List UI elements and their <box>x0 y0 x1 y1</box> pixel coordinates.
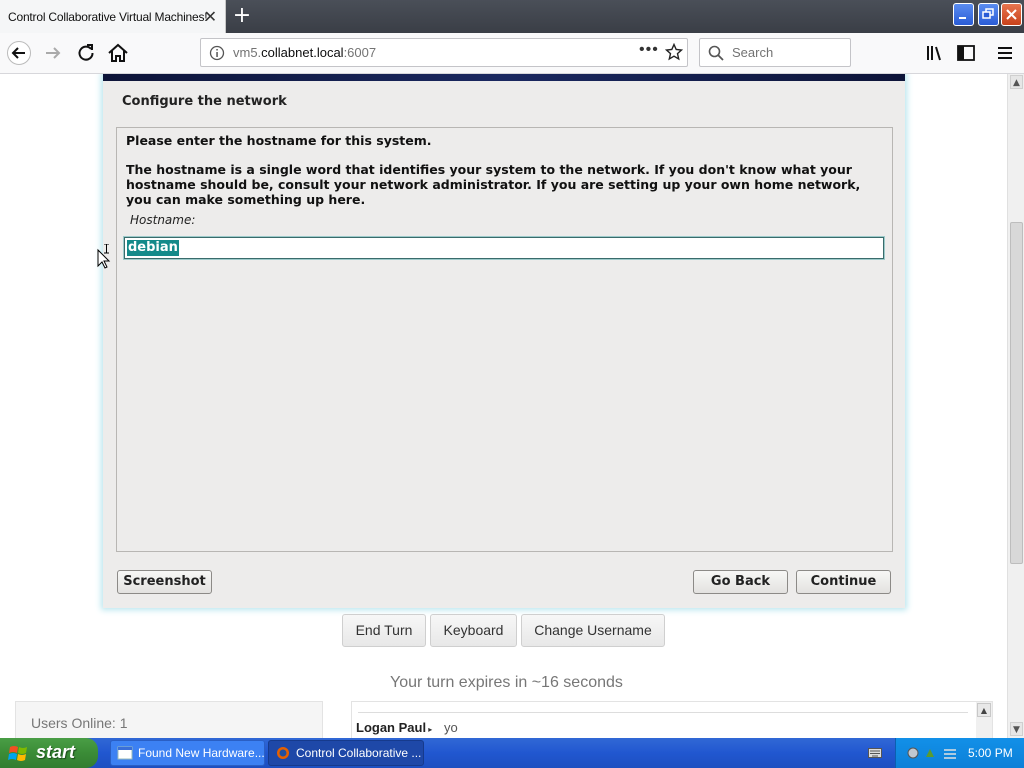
close-window-button[interactable] <box>1001 3 1022 26</box>
url-host: collabnet.local <box>261 45 344 60</box>
page-viewport: Configure the network Please enter the h… <box>0 74 1007 738</box>
url-port: :6007 <box>343 45 377 60</box>
screenshot-button[interactable]: Screenshot <box>117 570 212 594</box>
info-icon[interactable] <box>209 45 225 61</box>
mouse-cursor-icon <box>97 244 111 269</box>
chat-scrollbar[interactable]: ▲ <box>976 702 992 738</box>
url-text[interactable]: vm5.collabnet.local:6007 <box>233 45 376 60</box>
url-subdomain: vm5. <box>233 45 262 60</box>
taskbar-item-browser[interactable]: Control Collaborative ... <box>268 740 424 766</box>
library-icon[interactable] <box>923 41 947 65</box>
installer-description: The hostname is a single word that ident… <box>126 162 861 207</box>
close-icon <box>1006 9 1017 20</box>
chat-scroll-up-icon[interactable]: ▲ <box>977 703 991 717</box>
taskbar-item-found-hardware[interactable]: Found New Hardware... <box>110 740 265 766</box>
sidebar-icon[interactable] <box>954 41 978 65</box>
go-back-button[interactable]: Go Back <box>693 570 788 594</box>
continue-button[interactable]: Continue <box>796 570 891 594</box>
system-tray: 5:00 PM <box>895 738 1024 768</box>
new-tab-button[interactable]: + <box>230 4 254 28</box>
installer-prompt: Please enter the hostname for this syste… <box>126 133 432 148</box>
url-bar[interactable]: vm5.collabnet.local:6007 ••• <box>200 38 688 67</box>
restore-button[interactable] <box>978 3 999 26</box>
hamburger-menu-icon[interactable] <box>993 41 1017 65</box>
chat-text: yo <box>443 720 458 735</box>
minimize-icon <box>959 17 966 19</box>
users-online-panel: Users Online: 1 <box>15 701 323 738</box>
tab-close-icon[interactable]: ✕ <box>204 7 217 27</box>
page-actions-icon[interactable]: ••• <box>639 41 659 59</box>
installer-heading: Configure the network <box>122 94 287 109</box>
scroll-thumb[interactable] <box>1010 222 1023 564</box>
tray-icons[interactable] <box>906 745 962 761</box>
installer-panel: Please enter the hostname for this syste… <box>116 127 893 552</box>
restore-icon <box>982 8 994 19</box>
end-turn-button[interactable]: End Turn <box>342 614 426 647</box>
chat-message: Logan Paul ▸ yo <box>356 720 458 735</box>
hostname-value: debian <box>127 240 179 256</box>
chat-username: Logan Paul <box>356 720 427 735</box>
installer-banner <box>103 74 905 81</box>
hardware-window-icon <box>117 746 133 760</box>
browser-titlebar: Control Collaborative Virtual Machines! … <box>0 0 1024 33</box>
bookmark-star-icon[interactable] <box>665 43 683 61</box>
scroll-up-icon[interactable]: ▲ <box>1010 75 1023 89</box>
back-arrow-icon[interactable] <box>7 41 31 65</box>
taskbar-item-label: Control Collaborative ... <box>296 746 422 760</box>
search-placeholder: Search <box>732 45 774 60</box>
keyboard-icon[interactable] <box>868 747 882 759</box>
users-online-count: Users Online: 1 <box>31 715 128 731</box>
change-username-button[interactable]: Change Username <box>521 614 665 647</box>
start-label: start <box>36 742 76 762</box>
vm-screen[interactable]: Configure the network Please enter the h… <box>103 74 905 608</box>
hostname-input[interactable]: debian <box>124 237 884 259</box>
chat-panel[interactable]: Logan Paul ▸ yo ▲ <box>351 701 993 738</box>
forward-arrow-icon[interactable] <box>42 41 66 65</box>
tab-title: Control Collaborative Virtual Machines! <box>8 10 208 24</box>
scroll-down-icon[interactable]: ▼ <box>1010 722 1023 736</box>
chat-divider <box>358 712 968 713</box>
home-icon[interactable] <box>106 41 130 65</box>
minimize-button[interactable] <box>953 3 974 26</box>
clock: 5:00 PM <box>968 746 1013 760</box>
windows-flag-icon <box>8 746 27 761</box>
hostname-label: Hostname: <box>130 213 196 227</box>
search-icon <box>708 45 724 61</box>
taskbar-item-label: Found New Hardware... <box>138 746 265 760</box>
reload-icon[interactable] <box>74 41 98 65</box>
browser-navbar: vm5.collabnet.local:6007 ••• Search <box>0 33 1024 74</box>
turn-status: Your turn expires in ~16 seconds <box>390 674 623 691</box>
firefox-icon <box>277 747 289 759</box>
start-button[interactable]: start <box>0 738 98 768</box>
keyboard-button[interactable]: Keyboard <box>430 614 517 647</box>
chat-arrow-icon: ▸ <box>426 725 433 734</box>
taskbar: start Found New Hardware... Control Coll… <box>0 738 1024 768</box>
browser-tab[interactable]: Control Collaborative Virtual Machines! … <box>0 0 226 33</box>
page-scrollbar[interactable]: ▲ ▼ <box>1007 74 1024 738</box>
search-bar[interactable]: Search <box>699 38 851 67</box>
